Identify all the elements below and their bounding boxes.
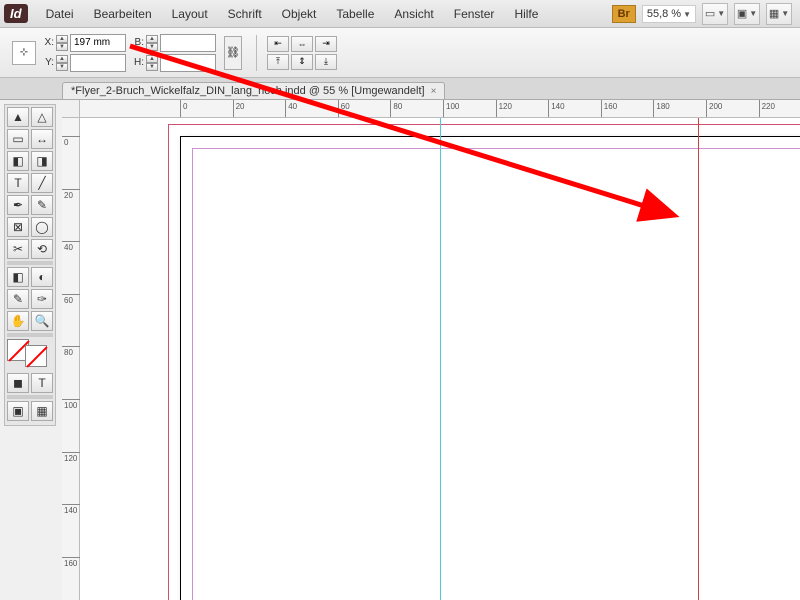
screen-mode-button[interactable]: ▣▼: [734, 3, 760, 25]
fold-guide[interactable]: [698, 118, 699, 600]
w-label: B:: [130, 37, 144, 48]
menu-layout[interactable]: Layout: [162, 3, 218, 25]
formatting-container-button[interactable]: ◼: [7, 373, 29, 393]
canvas[interactable]: [80, 118, 800, 600]
ruler-origin[interactable]: [62, 100, 80, 118]
align-button-6[interactable]: ⤓: [315, 54, 337, 70]
y-spinner[interactable]: ▲▼: [56, 55, 68, 71]
margin-guide: [192, 148, 800, 600]
app-badge: Id: [4, 4, 28, 23]
chevron-down-icon: ▼: [683, 10, 691, 19]
content-collector-tool[interactable]: ◧: [7, 151, 29, 171]
close-icon[interactable]: ×: [431, 86, 437, 97]
y-input[interactable]: [70, 54, 126, 72]
direct-selection-tool[interactable]: △: [31, 107, 53, 127]
free-transform-tool[interactable]: ⟲: [31, 239, 53, 259]
document-tab-bar: *Flyer_2-Bruch_Wickelfalz_DIN_lang_hoch.…: [0, 78, 800, 100]
align-button-4[interactable]: ⤒: [267, 54, 289, 70]
x-label: X:: [40, 37, 54, 48]
workspace: 020406080100120140160180200220 020406080…: [62, 100, 800, 600]
gap-tool[interactable]: ↔: [31, 129, 53, 149]
gradient-feather-tool[interactable]: ◐: [31, 267, 53, 287]
tool-separator-3: [7, 395, 53, 399]
pencil-tool[interactable]: ✎: [31, 195, 53, 215]
guide-cyan[interactable]: [440, 118, 441, 600]
view-options-button[interactable]: ▭▼: [702, 3, 728, 25]
zoom-tool[interactable]: 🔍: [31, 311, 53, 331]
rectangle-frame-tool[interactable]: ⊠: [7, 217, 29, 237]
menu-right-group: Br 55,8 %▼ ▭▼ ▣▼ ▦▼: [612, 3, 800, 25]
menu-ansicht[interactable]: Ansicht: [384, 3, 443, 25]
scissors-tool[interactable]: ✂: [7, 239, 29, 259]
h-input[interactable]: [160, 54, 216, 72]
line-tool[interactable]: ╱: [31, 173, 53, 193]
menu-hilfe[interactable]: Hilfe: [504, 3, 548, 25]
menu-datei[interactable]: Datei: [36, 3, 84, 25]
align-button-2[interactable]: ⇔: [291, 36, 313, 52]
preview-view-button[interactable]: ▦: [31, 401, 53, 421]
page-tool[interactable]: ▭: [7, 129, 29, 149]
type-tool[interactable]: T: [7, 173, 29, 193]
document-tab-title: *Flyer_2-Bruch_Wickelfalz_DIN_lang_hoch.…: [71, 85, 425, 97]
xy-group: X: ▲▼ Y: ▲▼: [40, 34, 126, 72]
document-tab[interactable]: *Flyer_2-Bruch_Wickelfalz_DIN_lang_hoch.…: [62, 82, 445, 99]
menu-fenster[interactable]: Fenster: [444, 3, 505, 25]
menu-bar: Id Datei Bearbeiten Layout Schrift Objek…: [0, 0, 800, 28]
distribute-row-1: ⇤ ⇔ ⇥: [267, 36, 337, 52]
rectangle-tool[interactable]: ◯: [31, 217, 53, 237]
horizontal-ruler[interactable]: 020406080100120140160180200220: [80, 100, 800, 118]
tool-separator-2: [7, 333, 53, 337]
align-button-5[interactable]: ⇕: [291, 54, 313, 70]
zoom-level[interactable]: 55,8 %▼: [642, 5, 696, 23]
control-bar: ⊹ X: ▲▼ Y: ▲▼ B: ▲▼ H: ▲▼ ⛓ ⇤ ⇔ ⇥: [0, 28, 800, 78]
content-placer-tool[interactable]: ◨: [31, 151, 53, 171]
reference-point-selector[interactable]: ⊹: [12, 41, 36, 65]
y-label: Y:: [40, 57, 54, 68]
normal-view-button[interactable]: ▣: [7, 401, 29, 421]
formatting-text-button[interactable]: T: [31, 373, 53, 393]
h-spinner[interactable]: ▲▼: [146, 55, 158, 71]
hand-tool[interactable]: ✋: [7, 311, 29, 331]
pen-tool[interactable]: ✒: [7, 195, 29, 215]
gradient-swatch-tool[interactable]: ◧: [7, 267, 29, 287]
menu-objekt[interactable]: Objekt: [272, 3, 327, 25]
x-input[interactable]: [70, 34, 126, 52]
align-button-1[interactable]: ⇤: [267, 36, 289, 52]
x-spinner[interactable]: ▲▼: [56, 35, 68, 51]
w-spinner[interactable]: ▲▼: [146, 35, 158, 51]
w-input[interactable]: [160, 34, 216, 52]
stroke-swatch[interactable]: [25, 345, 47, 367]
selection-tool[interactable]: ▲: [7, 107, 29, 127]
divider: [256, 35, 257, 71]
constrain-proportions-icon[interactable]: ⛓: [224, 36, 242, 70]
distribute-row-2: ⤒ ⇕ ⤓: [267, 54, 337, 70]
eyedropper-tool[interactable]: ✑: [31, 289, 53, 309]
align-button-3[interactable]: ⇥: [315, 36, 337, 52]
menu-tabelle[interactable]: Tabelle: [326, 3, 384, 25]
arrange-documents-button[interactable]: ▦▼: [766, 3, 792, 25]
wh-group: B: ▲▼ H: ▲▼: [130, 34, 216, 72]
bridge-button[interactable]: Br: [612, 5, 636, 23]
menu-bearbeiten[interactable]: Bearbeiten: [84, 3, 162, 25]
h-label: H:: [130, 57, 144, 68]
menu-schrift[interactable]: Schrift: [218, 3, 272, 25]
tool-separator: [7, 261, 53, 265]
note-tool[interactable]: ✎: [7, 289, 29, 309]
vertical-ruler[interactable]: 020406080100120140160: [62, 118, 80, 600]
tool-panel: ▲△ ▭↔ ◧◨ T╱ ✒✎ ⊠◯ ✂⟲ ◧◐ ✎✑ ✋🔍 ◼T ▣▦: [4, 104, 56, 426]
